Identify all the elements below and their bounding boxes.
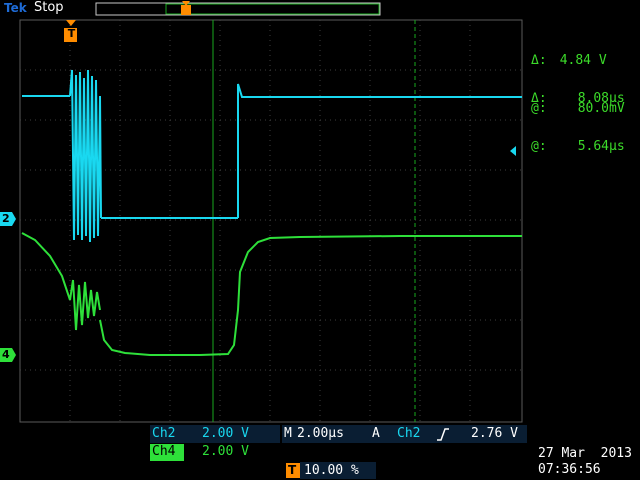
at-t-value: 5.64µs bbox=[577, 139, 625, 154]
ch4-waveform bbox=[21, 232, 522, 356]
time-display: 07:36:56 bbox=[538, 462, 601, 477]
ch2-marker-label: 2 bbox=[2, 212, 10, 225]
ch4-marker-label: 4 bbox=[2, 348, 10, 361]
trigger-a-label: A bbox=[372, 426, 380, 441]
timebase-label: M bbox=[284, 426, 292, 441]
trigger-marker-letter: T bbox=[67, 27, 76, 40]
ch2-waveform bbox=[22, 69, 522, 243]
at-t-label: @: bbox=[531, 139, 547, 154]
trigger-level[interactable]: 2.76 V bbox=[471, 426, 518, 441]
ch2-label[interactable]: Ch2 bbox=[152, 426, 175, 441]
cursor-readout-time: Δ: 8.08µs @: 5.64µs bbox=[531, 59, 625, 171]
delta-t-value: 8.08µs bbox=[577, 91, 625, 106]
trigger-position-value[interactable]: 10.00 % bbox=[304, 463, 359, 478]
delta-t-label: Δ: bbox=[531, 91, 547, 106]
ch2-scale[interactable]: 2.00 V bbox=[202, 426, 249, 441]
timebase-value[interactable]: 2.00µs bbox=[297, 426, 344, 441]
ch4-label[interactable]: Ch4 bbox=[152, 444, 175, 459]
date-display: 27 Mar 2013 bbox=[538, 446, 632, 461]
record-view-window bbox=[165, 3, 380, 15]
acquisition-status: Stop bbox=[34, 0, 64, 15]
trigger-level-marker bbox=[510, 146, 516, 156]
ch4-scale[interactable]: 2.00 V bbox=[202, 444, 249, 459]
trigger-position-icon: T bbox=[288, 463, 297, 477]
trigger-source[interactable]: Ch2 bbox=[397, 426, 420, 441]
record-view-bar bbox=[95, 2, 381, 16]
rising-edge-icon bbox=[437, 428, 449, 441]
brand-logo: Tek bbox=[4, 1, 27, 15]
